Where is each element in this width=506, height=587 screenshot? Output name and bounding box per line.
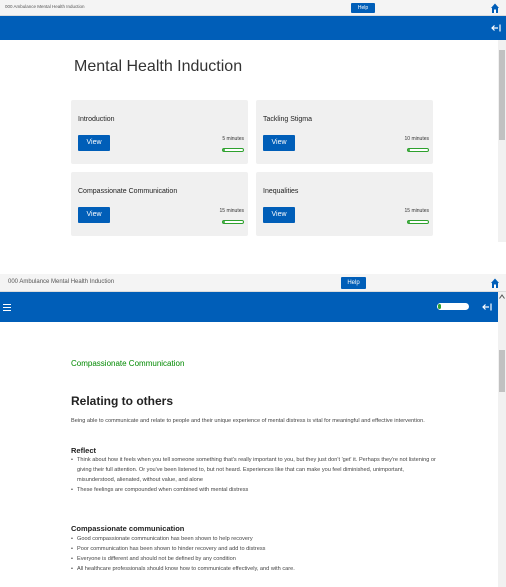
list-item: Think about how it feels when you tell s… xyxy=(71,455,441,485)
content-heading: Relating to others xyxy=(71,394,174,408)
list-item: Poor communication has been shown to hin… xyxy=(71,544,441,554)
title-bar: 000 Ambulance Mental Health Induction He… xyxy=(0,274,506,292)
intro-paragraph: Being able to communicate and relate to … xyxy=(71,418,425,424)
course-overview-window: 000 Ambulance Mental Health Induction He… xyxy=(0,0,506,242)
view-button[interactable]: View xyxy=(263,135,295,151)
reflect-heading: Reflect xyxy=(71,446,97,455)
module-progress-bar xyxy=(222,220,244,224)
module-card-compassionate-communication: Compassionate Communication View 15 minu… xyxy=(71,172,248,236)
list-item: Good compassionate communication has bee… xyxy=(71,534,441,544)
module-card-tackling-stigma: Tackling Stigma View 10 minutes xyxy=(256,100,433,164)
compassionate-communication-heading: Compassionate communication xyxy=(71,524,185,533)
app-title: 000 Ambulance Mental Health Induction xyxy=(8,279,115,285)
module-progress-bar xyxy=(222,148,244,152)
exit-icon[interactable] xyxy=(482,303,492,311)
module-duration: 15 minutes xyxy=(404,208,429,214)
module-card-title: Compassionate Communication xyxy=(78,188,178,195)
header-bar xyxy=(0,292,506,322)
module-progress-bar xyxy=(407,220,429,224)
view-button[interactable]: View xyxy=(263,207,295,223)
module-card-title: Tackling Stigma xyxy=(263,116,313,123)
reflect-list: Think about how it feels when you tell s… xyxy=(71,455,441,495)
list-item: All healthcare professionals should know… xyxy=(71,564,441,574)
menu-icon[interactable] xyxy=(3,304,11,311)
module-progress-bar xyxy=(437,303,469,310)
help-button[interactable]: Help xyxy=(341,277,366,289)
module-progress-bar xyxy=(407,148,429,152)
chevron-up-icon[interactable] xyxy=(499,294,505,299)
scrollbar-thumb[interactable] xyxy=(499,50,505,140)
module-duration: 5 minutes xyxy=(222,136,244,142)
module-card-introduction: Introduction View 5 minutes xyxy=(71,100,248,164)
help-button[interactable]: Help xyxy=(351,3,375,13)
compassionate-communication-list: Good compassionate communication has bee… xyxy=(71,534,441,574)
app-title: 000 Ambulance Mental Health Induction xyxy=(5,4,85,9)
list-item: Everyone is different and should not be … xyxy=(71,554,441,564)
module-duration: 15 minutes xyxy=(219,208,244,214)
home-icon[interactable] xyxy=(490,2,500,14)
title-bar: 000 Ambulance Mental Health Induction He… xyxy=(0,0,506,16)
module-card-title: Introduction xyxy=(78,116,115,123)
page-title: Mental Health Induction xyxy=(74,58,243,75)
header-bar xyxy=(0,16,506,40)
view-button[interactable]: View xyxy=(78,207,110,223)
view-button[interactable]: View xyxy=(78,135,110,151)
module-duration: 10 minutes xyxy=(404,136,429,142)
section-title: Compassionate Communication xyxy=(71,359,185,368)
module-card-title: Inequalities xyxy=(263,188,299,195)
vertical-scrollbar[interactable] xyxy=(498,40,506,242)
exit-icon[interactable] xyxy=(491,24,501,32)
list-item: These feelings are compounded when combi… xyxy=(71,485,441,495)
module-content-window: 000 Ambulance Mental Health Induction He… xyxy=(0,274,506,587)
home-icon[interactable] xyxy=(490,277,500,289)
module-card-inequalities: Inequalities View 15 minutes xyxy=(256,172,433,236)
vertical-scrollbar[interactable] xyxy=(498,292,506,587)
scrollbar-thumb[interactable] xyxy=(499,350,505,392)
